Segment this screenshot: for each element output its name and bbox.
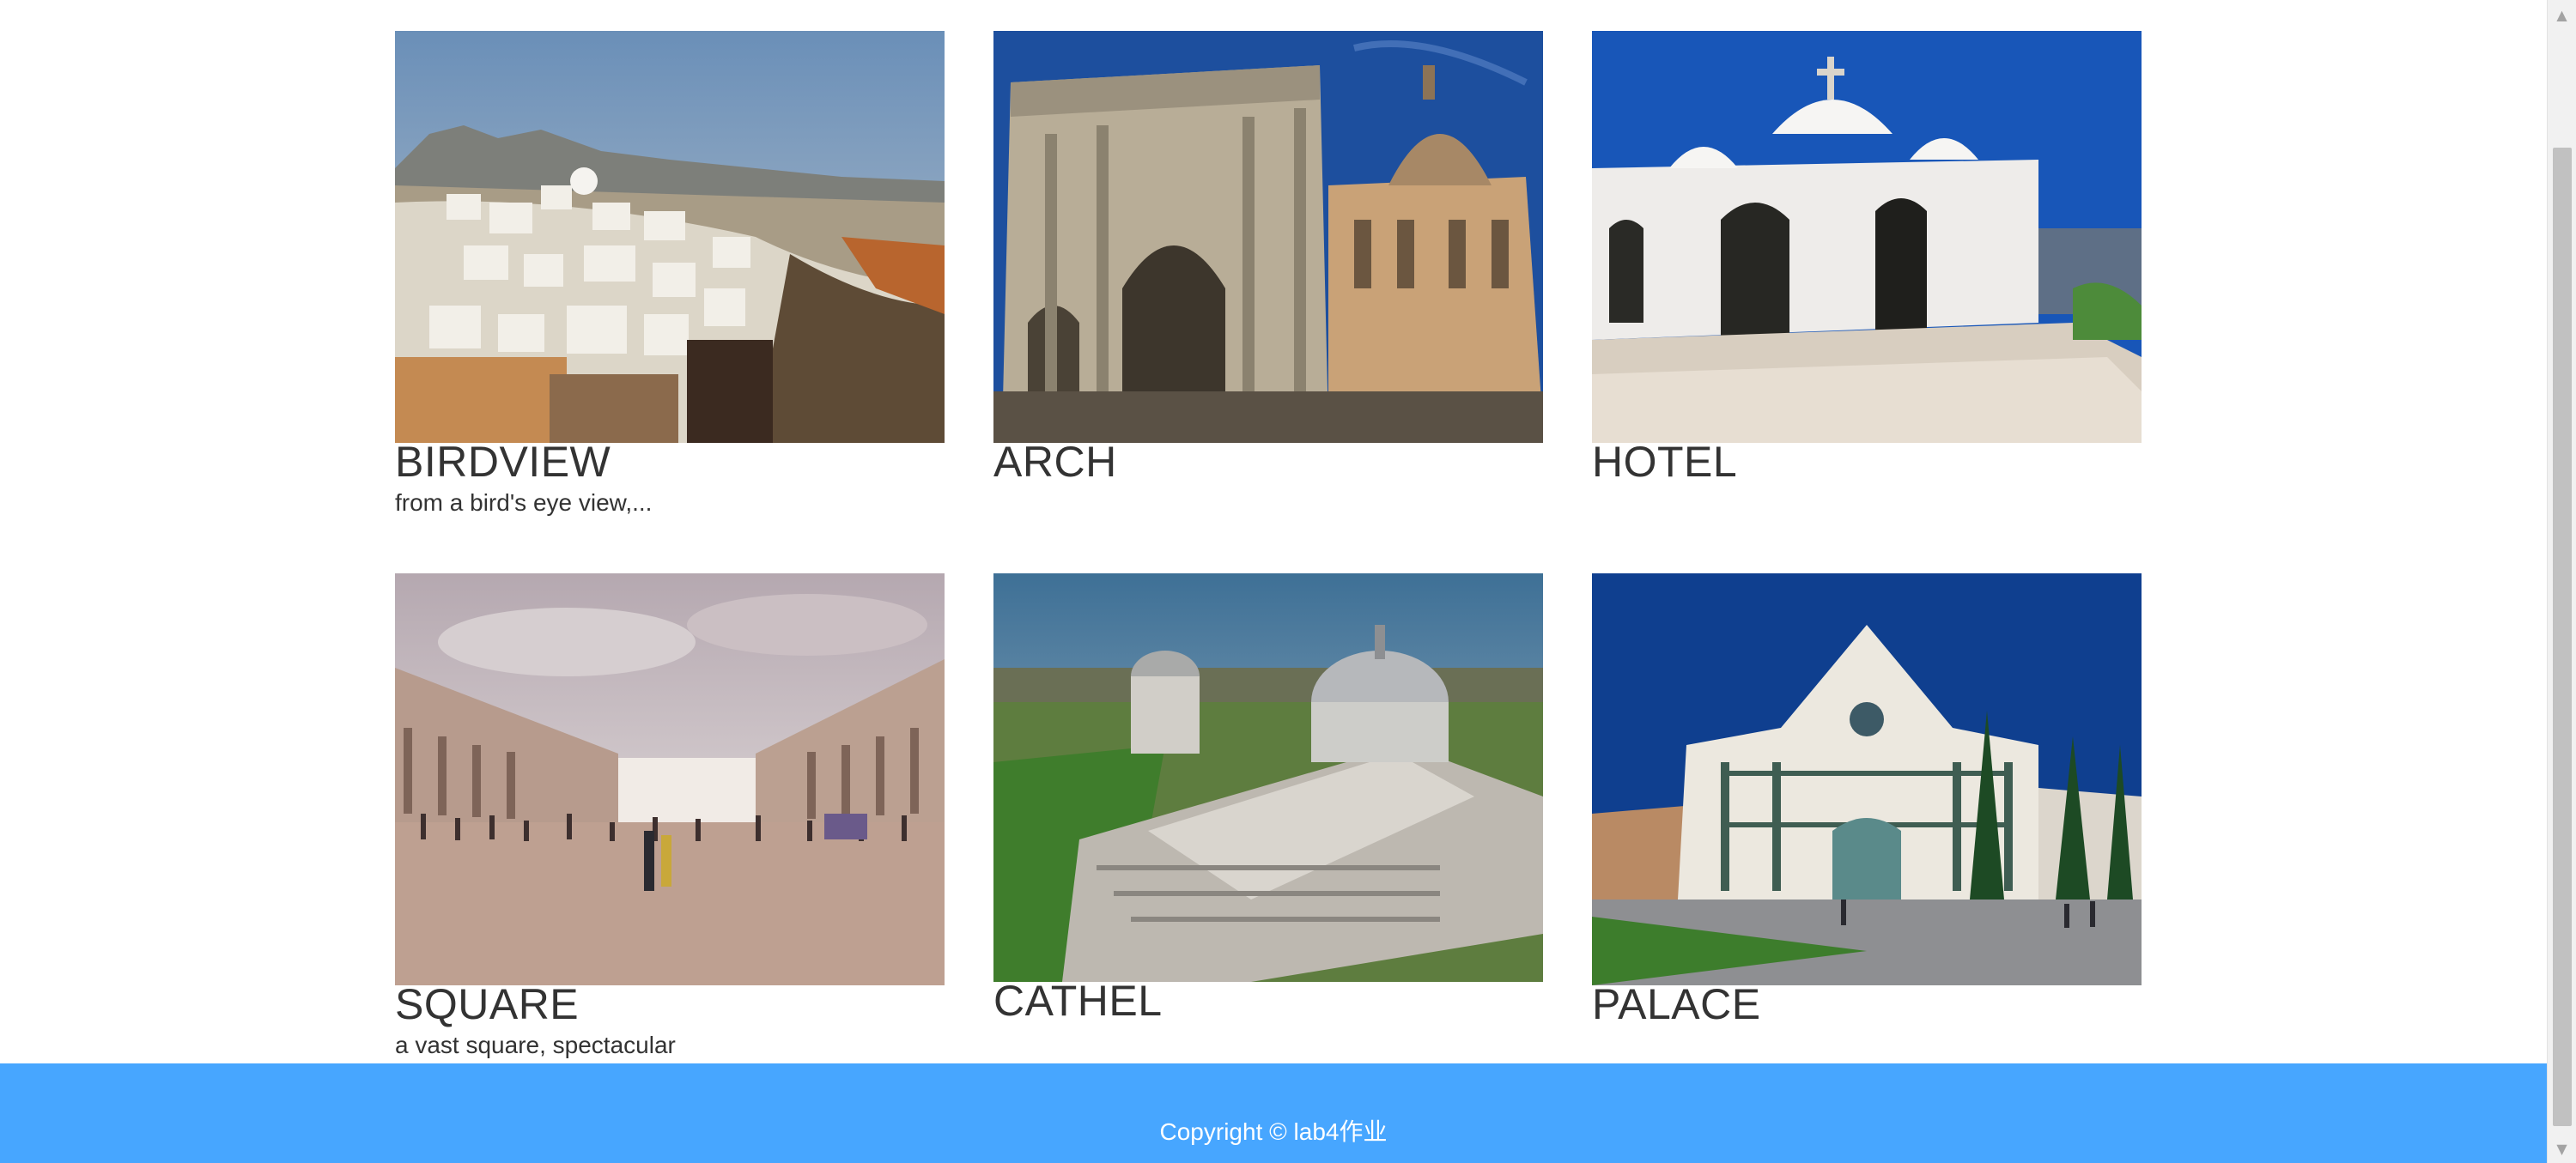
card-title: BIRDVIEW <box>395 438 611 486</box>
scroll-up-arrow-icon[interactable]: ▲ <box>2548 0 2576 29</box>
white-chapel-photo[interactable] <box>1592 31 2142 443</box>
footer-copyright: Copyright © lab4作业 <box>1159 1118 1388 1145</box>
gallery-card-birdview[interactable]: BIRDVIEW from a bird's eye view,... <box>395 31 945 529</box>
card-title: PALACE <box>1592 980 1761 1028</box>
piazza-square-photo[interactable] <box>395 573 945 985</box>
roman-arch-photo[interactable] <box>993 31 1543 443</box>
pisa-cathedral-photo[interactable] <box>993 573 1543 982</box>
scroll-down-arrow-icon[interactable]: ▼ <box>2548 1134 2576 1163</box>
card-title: ARCH <box>993 438 1117 486</box>
card-title: CATHEL <box>993 977 1163 1025</box>
basilica-facade-photo[interactable] <box>1592 573 2142 985</box>
gallery-card-cathel[interactable]: CATHEL <box>993 573 1543 1037</box>
card-description: a vast square, spectacular <box>395 1032 676 1058</box>
page: BIRDVIEW from a bird's eye view,... ARCH… <box>0 0 2547 1163</box>
gallery-card-arch[interactable]: ARCH <box>993 31 1543 494</box>
card-description: from a bird's eye view,... <box>395 489 653 516</box>
vertical-scrollbar[interactable]: ▲ ▼ <box>2547 0 2576 1163</box>
santorini-town-photo[interactable] <box>395 31 945 443</box>
scrollbar-thumb[interactable] <box>2553 148 2572 1126</box>
card-title: SQUARE <box>395 980 580 1028</box>
footer: Copyright © lab4作业 <box>0 1063 2547 1163</box>
gallery-card-palace[interactable]: PALACE <box>1592 573 2142 1037</box>
card-title: HOTEL <box>1592 438 1738 486</box>
gallery-card-square[interactable]: SQUARE a vast square, spectacular <box>395 573 945 1071</box>
gallery-card-hotel[interactable]: HOTEL <box>1592 31 2142 494</box>
